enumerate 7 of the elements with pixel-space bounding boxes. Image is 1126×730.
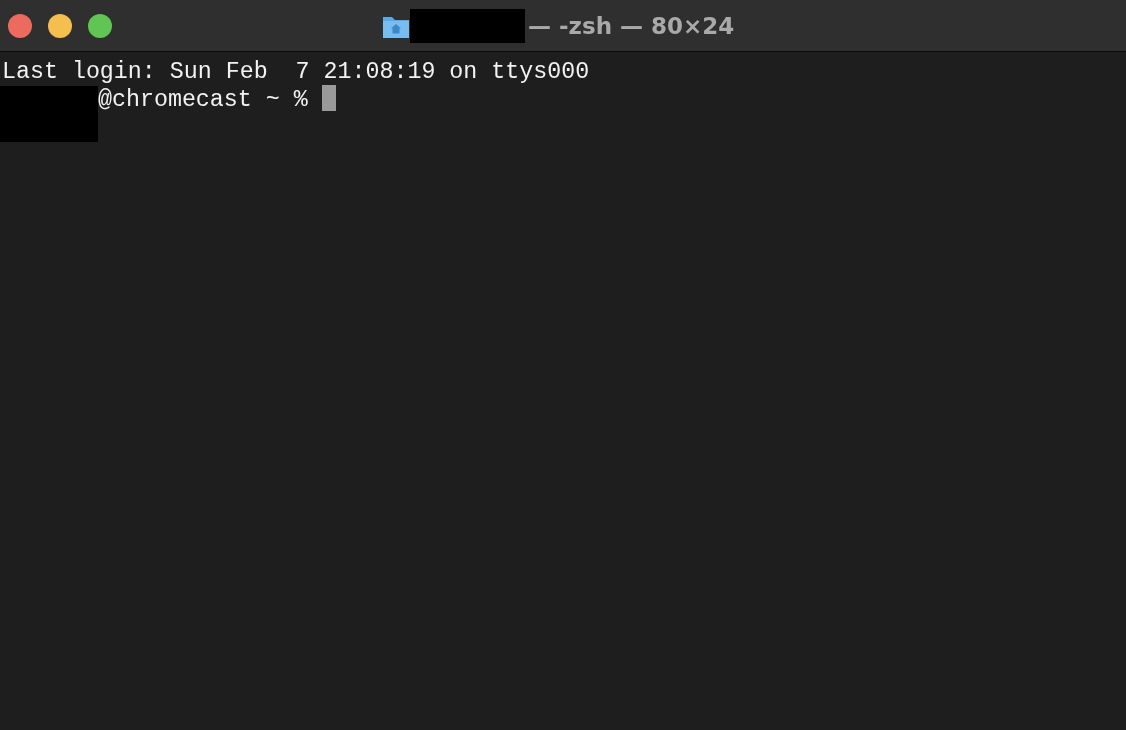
text-cursor [321, 85, 336, 111]
shell-prompt: @chromecast ~ % [98, 86, 308, 114]
zoom-button[interactable] [88, 13, 112, 38]
terminal-line: Last login: Sun Feb 7 21:08:19 on ttys000 [2, 58, 591, 86]
close-button[interactable] [8, 13, 32, 38]
window-title: — -zsh — 80×24 [528, 12, 735, 39]
minimize-button[interactable] [48, 13, 72, 38]
